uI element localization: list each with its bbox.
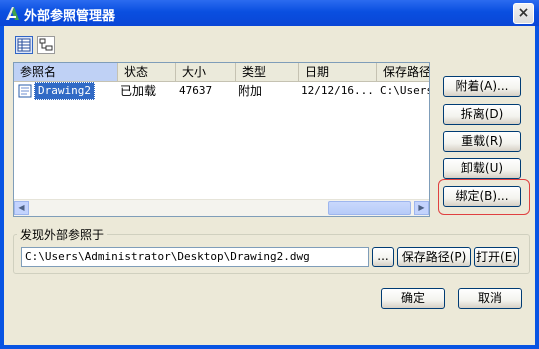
row-date: 12/12/16... <box>301 84 374 97</box>
unload-button[interactable]: 卸载(U) <box>443 158 521 179</box>
list-view-button[interactable] <box>15 36 33 54</box>
browse-button[interactable]: ... <box>372 247 394 267</box>
scroll-left-icon[interactable]: ◀ <box>14 201 29 215</box>
scroll-right-icon[interactable]: ▶ <box>414 201 429 215</box>
ok-button[interactable]: 确定 <box>381 288 445 309</box>
table-row[interactable]: Drawing2 已加载 47637 附加 12/12/16... C:\Use… <box>14 82 429 100</box>
close-button[interactable]: × <box>513 3 534 24</box>
dialog-body: 参照名 状态 大小 类型 日期 保存路径 Drawing2 已加载 47637 … <box>4 26 535 345</box>
column-header-status[interactable]: 状态 <box>118 63 176 81</box>
column-header-size[interactable]: 大小 <box>176 63 236 81</box>
cancel-button[interactable]: 取消 <box>458 288 522 309</box>
list-view-icon <box>17 38 31 52</box>
row-size: 47637 <box>179 84 213 97</box>
save-path-button[interactable]: 保存路径(P) <box>397 247 471 267</box>
xref-list[interactable]: 参照名 状态 大小 类型 日期 保存路径 Drawing2 已加载 47637 … <box>13 62 430 217</box>
xref-manager-window: 外部参照管理器 × 参照名 状态 大小 类型 日期 保存路径 Drawing2 … <box>0 0 539 349</box>
tree-view-button[interactable] <box>37 36 55 54</box>
row-path: C:\Users <box>380 84 430 97</box>
close-icon: × <box>517 5 530 21</box>
found-in-label: 发现外部参照于 <box>17 226 108 243</box>
open-button[interactable]: 打开(E) <box>474 247 519 267</box>
column-header-date[interactable]: 日期 <box>299 63 377 81</box>
detach-button[interactable]: 拆离(D) <box>443 104 521 125</box>
window-title: 外部参照管理器 <box>24 9 116 24</box>
dwg-file-icon <box>18 84 32 98</box>
scroll-thumb[interactable] <box>328 201 411 215</box>
tree-view-icon <box>39 38 53 51</box>
horizontal-scrollbar[interactable]: ◀ ▶ <box>14 199 429 216</box>
reload-button[interactable]: 重载(R) <box>443 131 521 152</box>
xref-name: Drawing2 <box>34 82 95 100</box>
autocad-icon <box>6 7 19 20</box>
found-path-field[interactable]: C:\Users\Administrator\Desktop\Drawing2.… <box>21 247 369 267</box>
column-header-type[interactable]: 类型 <box>236 63 299 81</box>
row-type: 附加 <box>238 84 263 98</box>
column-header-path[interactable]: 保存路径 <box>377 63 429 81</box>
attach-button[interactable]: 附着(A)... <box>443 76 521 97</box>
bind-button[interactable]: 绑定(B)... <box>443 186 521 207</box>
row-status: 已加载 <box>120 84 157 98</box>
list-header: 参照名 状态 大小 类型 日期 保存路径 <box>14 63 429 82</box>
column-header-name[interactable]: 参照名 <box>14 63 118 81</box>
title-bar[interactable]: 外部参照管理器 × <box>0 0 539 26</box>
row-name-cell: Drawing2 <box>18 82 95 100</box>
